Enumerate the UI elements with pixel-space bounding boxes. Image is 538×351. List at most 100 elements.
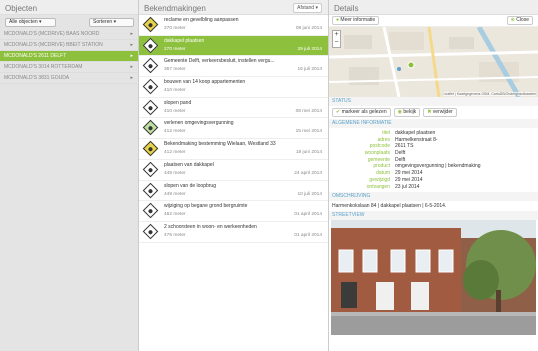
notice-list-item[interactable]: verlenen omgevingsvergunning 412 meter 15 …: [139, 118, 328, 140]
info-key: gemeente: [367, 156, 390, 163]
details-header: Details: [329, 0, 538, 15]
notice-distance: 410 meter: [164, 88, 186, 94]
info-value: omgevingsvergunning | bekendmaking: [395, 163, 481, 170]
notice-title: verlenen omgevingsvergunning: [164, 120, 234, 127]
info-value: Harmelkenstraat 8-: [395, 136, 438, 143]
info-value: Delft: [395, 150, 406, 157]
notice-sort-dropdown[interactable]: Afstand ▾: [293, 3, 322, 13]
chevron-down-icon: ▾: [39, 19, 42, 25]
notice-date: 08 juni 2014: [295, 26, 322, 31]
notice-distance: 476 meter: [164, 232, 186, 238]
object-label: MCDONALD'S 3014 ROTTERDAM: [4, 64, 83, 70]
info-value: dakkapel plaatsen: [395, 130, 436, 136]
status-button[interactable]: ◉ bekijk: [393, 108, 421, 117]
object-filter-dropdown[interactable]: Alle objecten ▾: [5, 18, 56, 27]
notice-type-icon: [142, 78, 159, 95]
info-value: Delft: [395, 156, 406, 163]
notice-title: plaatsen van dakkapel: [164, 161, 214, 168]
notice-title: Gemeente Delft, verkeersbesluit, instell…: [164, 58, 275, 65]
notice-type-icon: [142, 182, 159, 198]
map-tiles: [329, 27, 538, 97]
notice-title: Bekendmaking bestemming Wielaan, Westlan…: [164, 141, 276, 148]
notice-date: 10 juli 2014: [297, 191, 322, 197]
notice-distance: 270 meter: [164, 46, 186, 52]
notice-list-item[interactable]: plaatsen van dakkapel 449 meter 24 april 2…: [139, 160, 328, 181]
notice-list-item[interactable]: Bekendmaking bestemming Wielaan, Westlan…: [139, 139, 328, 160]
notice-title: reclame en gevelbling aanpassen: [164, 17, 239, 23]
chevron-right-icon: ▸: [130, 64, 133, 70]
chevron-right-icon: ▸: [130, 42, 133, 48]
chevron-right-icon: ▸: [130, 31, 133, 37]
notice-distance: 449 meter: [164, 191, 186, 197]
notice-date: 08 mei 2014: [295, 108, 322, 114]
notice-list-item[interactable]: 2 schoorsteen in woon- en werkeenheden 47…: [139, 222, 328, 243]
notice-date: 15 mei 2014: [295, 129, 322, 135]
notice-title: wijziging op begane grond bergruimte: [164, 203, 248, 210]
object-list: MCDONALD'S (MCDRIVE) BAAS NOORD ▸ MCDONALD…: [0, 29, 138, 84]
objects-header: Objecten: [0, 0, 138, 15]
notice-type-icon: [142, 99, 159, 116]
info-value: 2611 TS: [395, 143, 414, 150]
notice-date: 24 april 2014: [294, 170, 322, 176]
info-value: 23 jul 2014: [395, 183, 420, 190]
notice-type-icon: [142, 120, 159, 136]
info-key: ontvangen: [366, 183, 390, 190]
notice-type-icon: [142, 37, 159, 53]
info-key: titel: [382, 130, 390, 136]
details-toolbar: ● Meer informatie ⊗ Close: [329, 15, 538, 27]
notice-type-icon: [142, 16, 159, 33]
chevron-right-icon: ▸: [130, 53, 133, 59]
info-row: woonplaats Delft: [329, 150, 538, 157]
notice-distance: 412 meter: [164, 129, 186, 135]
streetview-photo: [331, 220, 536, 336]
map-attribution[interactable]: Leaflet | Kaartgegevens OSM, CartoDB/Ond…: [443, 92, 536, 96]
objects-panel: Objecten Alle objecten ▾ Sorteren ▾ MCDO…: [0, 0, 139, 351]
close-button[interactable]: ⊗ Close: [506, 16, 533, 25]
zoom-out-button[interactable]: −: [333, 39, 340, 47]
notice-list-item[interactable]: wijziging op begane grond bergruimte 462 …: [139, 201, 328, 222]
notice-title: dakkapel plaatsen: [164, 37, 205, 44]
object-list-item[interactable]: MCDONALD'S 3831 GOUDA ▸: [0, 73, 138, 84]
object-sort-dropdown[interactable]: Sorteren ▾: [89, 18, 134, 27]
info-value: 29 mei 2014: [395, 176, 423, 183]
details-title: Details: [334, 4, 359, 13]
status-button[interactable]: ✔ markeer als gelezen: [332, 108, 391, 117]
close-icon: ⊗: [510, 17, 515, 23]
streetview-label: STREETVIEW: [329, 211, 538, 221]
info-row: product omgevingsvergunning | bekendmakin…: [329, 163, 538, 170]
info-icon: ●: [336, 17, 340, 23]
notice-title: slopen van de loopbrug: [164, 182, 216, 189]
objects-filters: Alle objecten ▾ Sorteren ▾: [0, 15, 138, 29]
notices-header: Bekendmakingen Afstand ▾: [139, 0, 328, 15]
status-button[interactable]: ✖ verwijder: [423, 108, 457, 117]
notice-title: 2 schoorsteen in woon- en werkeenheden: [164, 223, 257, 230]
object-label: MCDONALD'S 3831 GOUDA: [4, 75, 70, 81]
notice-title: slopen pand: [164, 99, 192, 106]
info-key: gewijzigd: [369, 176, 390, 183]
notice-list-item[interactable]: reclame en gevelbling aanpassen 270 meter…: [139, 15, 328, 36]
info-row: ontvangen 23 jul 2014: [329, 184, 538, 191]
object-list-item[interactable]: MCDONALD'S (MCDRIVE) BAAS NOORD ▸: [0, 29, 138, 40]
more-info-button[interactable]: ● Meer informatie: [332, 16, 380, 25]
object-list-item[interactable]: MCDONALD'S (MCDRIVE) BBEIT STATION ▸: [0, 40, 138, 51]
info-key: product: [373, 163, 390, 170]
notice-list-item[interactable]: dakkapel plaatsen 270 meter 29 juli 2014: [139, 35, 328, 57]
notice-distance: 270 meter: [164, 26, 186, 31]
info-row: postcode 2611 TS: [329, 143, 538, 150]
notice-distance: 410 meter: [164, 108, 186, 114]
object-label: MCDONALD'S (MCDRIVE) BAAS NOORD: [4, 31, 100, 37]
info-key: datum: [376, 170, 390, 177]
notice-list-item[interactable]: slopen pand 410 meter 08 mei 2014: [139, 98, 328, 119]
zoom-in-button[interactable]: +: [333, 31, 340, 39]
notice-list-item[interactable]: Gemeente Delft, verkeersbesluit, instell…: [139, 56, 328, 78]
info-row: titel dakkapel plaatsen: [329, 130, 538, 137]
notice-date: 01 april 2014: [294, 232, 322, 238]
notice-list-item[interactable]: bouwen van 14 koop appartementen 410 mete…: [139, 77, 328, 98]
description-text: Harmenkokslaan 84 | dakkapel plaatsen | …: [332, 203, 447, 210]
notice-date: 16 juli 2014: [297, 67, 322, 73]
object-list-item[interactable]: MCDONALD'S 3014 ROTTERDAM ▸: [0, 62, 138, 73]
object-list-item[interactable]: MCDONALD'S 2611 DELFT ▸: [0, 51, 138, 62]
notice-distance: 462 meter: [164, 212, 186, 218]
map[interactable]: + − Leaflet | Kaartgegevens OSM, CartoDB…: [329, 27, 538, 97]
notice-list-item[interactable]: slopen van de loopbrug 449 meter 10 juli 2…: [139, 181, 328, 202]
